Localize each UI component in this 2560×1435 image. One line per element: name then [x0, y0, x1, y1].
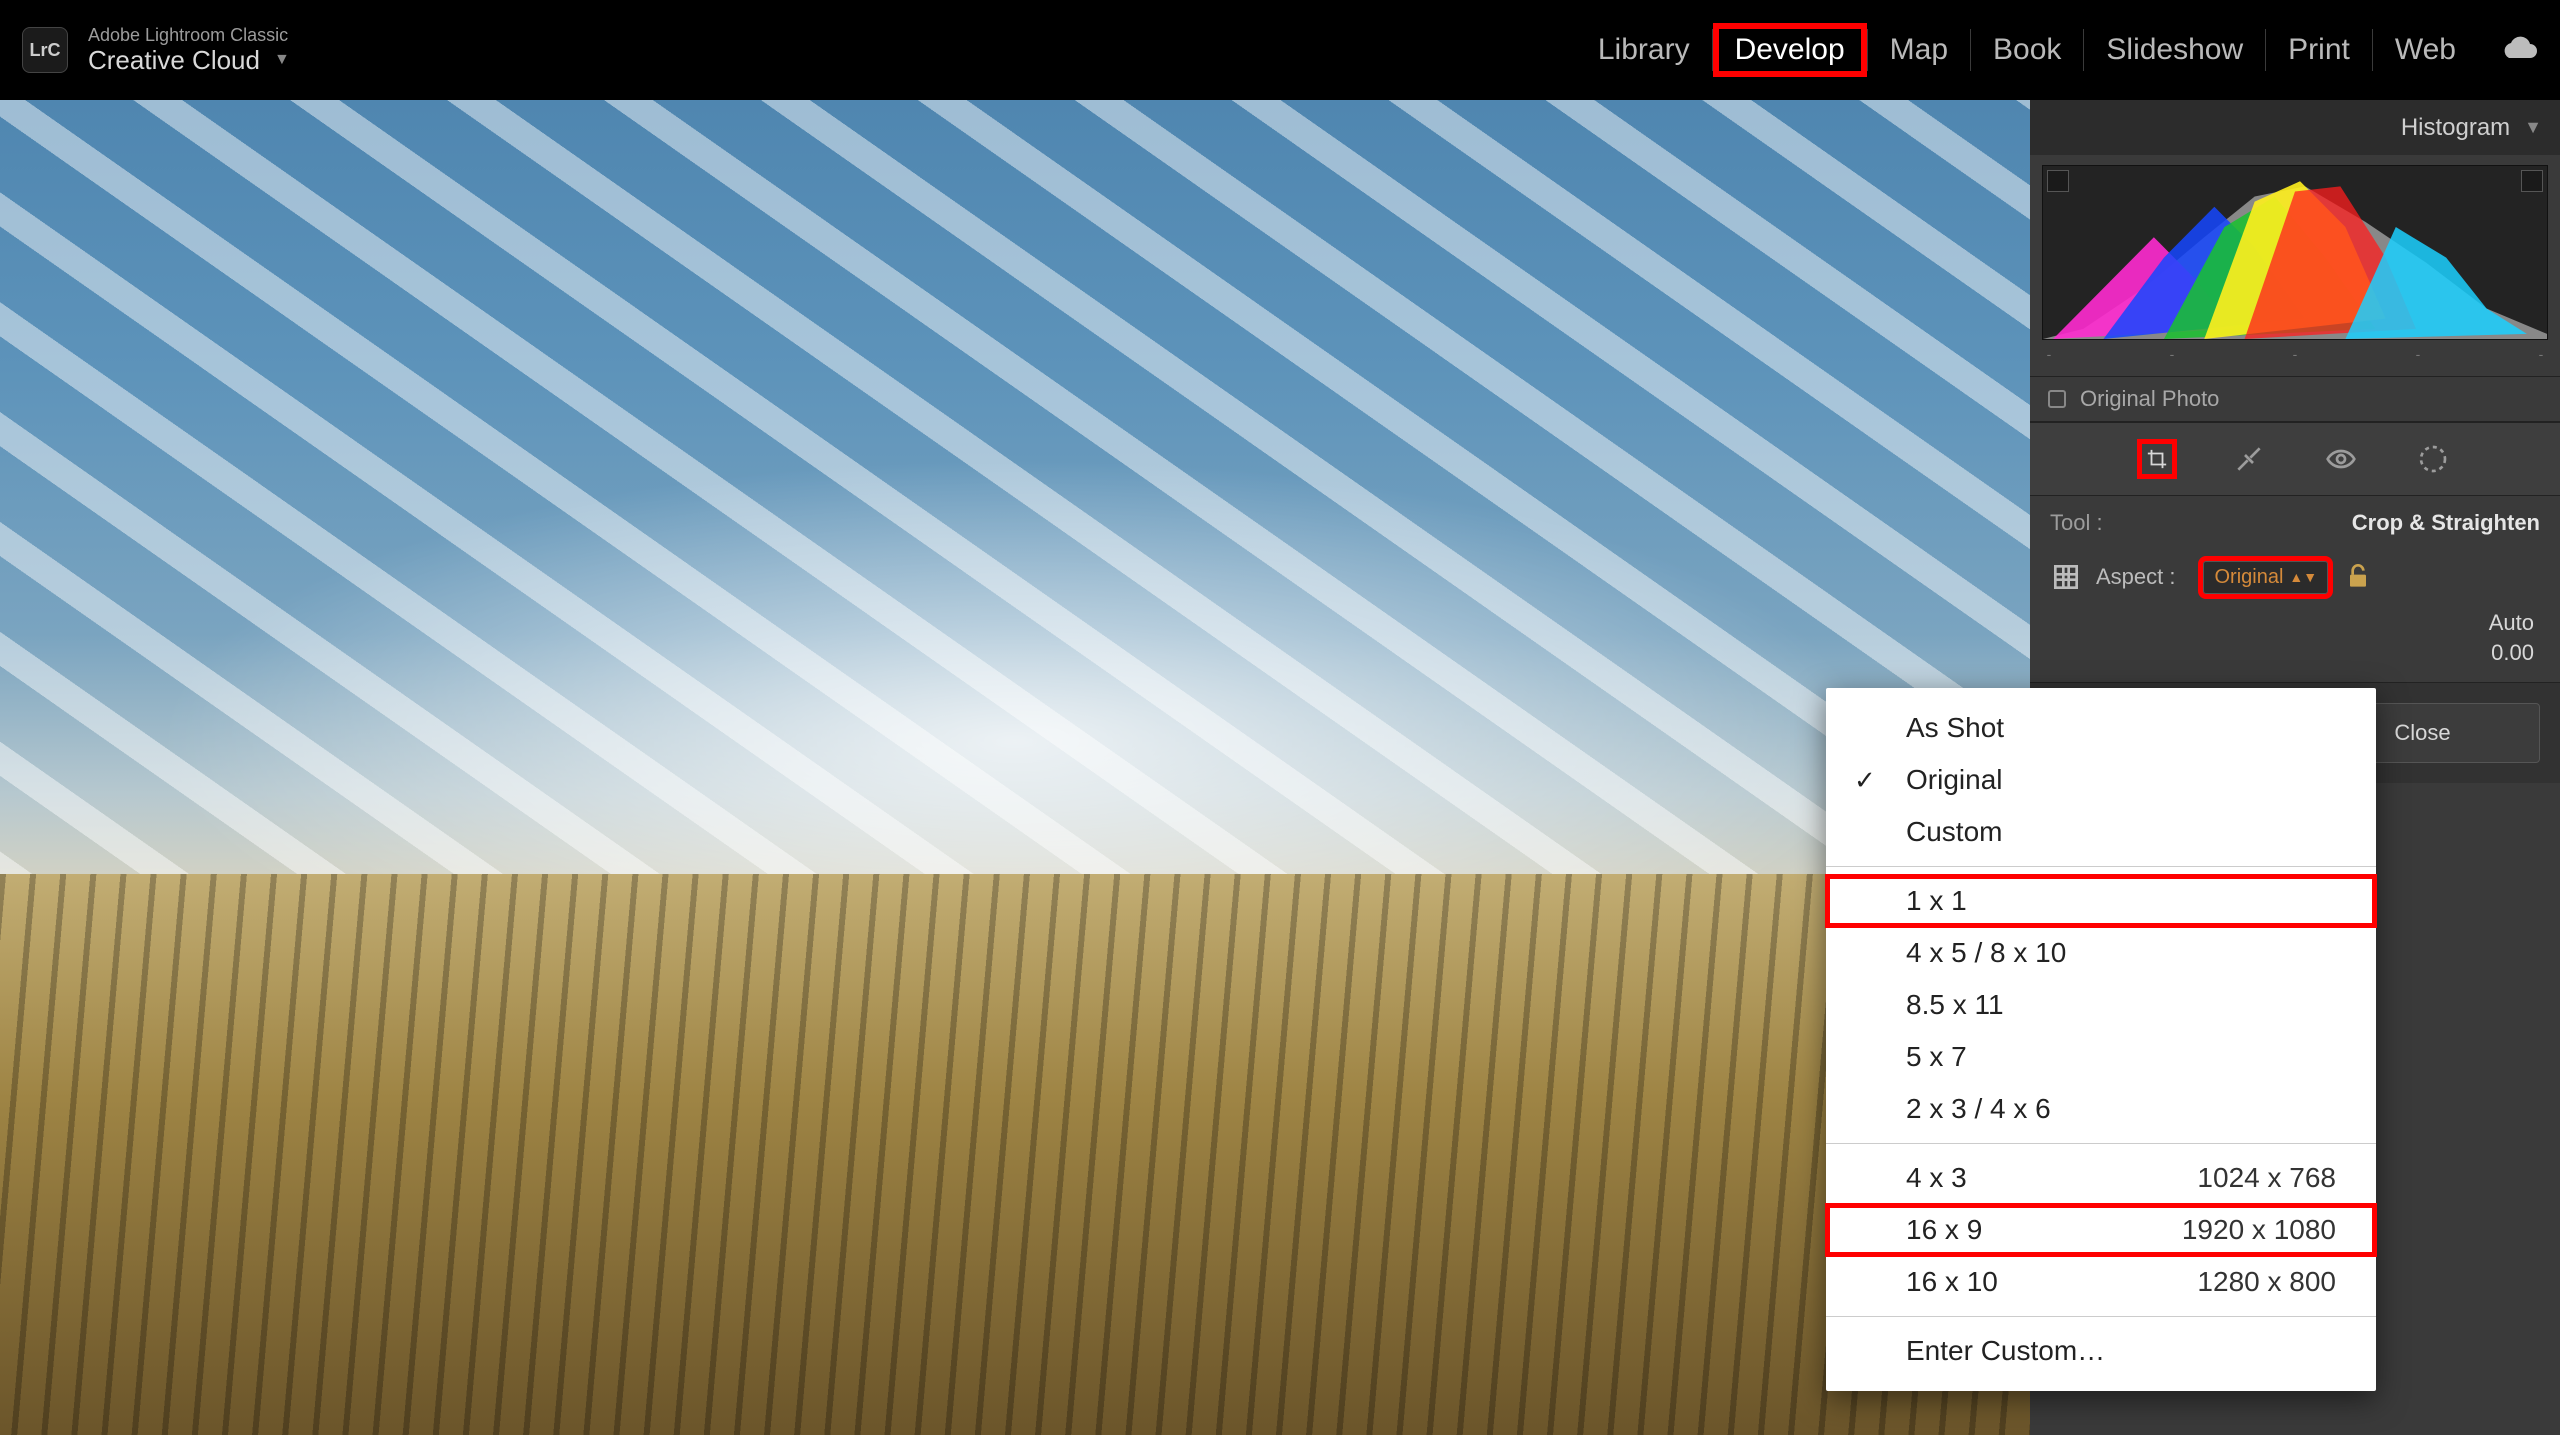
- chevron-down-icon: ▼: [2524, 117, 2542, 138]
- module-print[interactable]: Print: [2266, 23, 2372, 77]
- top-bar: LrC Adobe Lightroom Classic Creative Clo…: [0, 0, 2560, 100]
- chevron-updown-icon: ▲▼: [2289, 569, 2317, 585]
- photo-preview[interactable]: [0, 100, 2030, 1435]
- option-label: Original: [1906, 764, 2002, 796]
- module-map[interactable]: Map: [1868, 23, 1970, 77]
- lock-icon[interactable]: [2342, 560, 2374, 594]
- module-slideshow[interactable]: Slideshow: [2084, 23, 2265, 77]
- aspect-option-custom[interactable]: Custom: [1826, 806, 2376, 858]
- cloud-sync-icon[interactable]: [2500, 36, 2538, 64]
- tool-label: Tool :: [2050, 510, 2103, 536]
- aspect-option-original[interactable]: ✓ Original: [1826, 754, 2376, 806]
- auto-label: Auto: [2489, 610, 2534, 636]
- aspect-option-ratio[interactable]: 1 x 1: [1826, 875, 2376, 927]
- chevron-down-icon: ▼: [274, 51, 290, 69]
- tool-strip: [2030, 422, 2560, 496]
- histogram-label: Histogram: [2401, 114, 2510, 142]
- option-label: 4 x 5 / 8 x 10: [1906, 937, 2066, 969]
- healing-tool-icon[interactable]: [2229, 439, 2269, 479]
- histogram-header[interactable]: Histogram ▼: [2030, 100, 2560, 155]
- original-photo-label: Original Photo: [2080, 386, 2219, 412]
- option-label: 5 x 7: [1906, 1041, 1967, 1073]
- aspect-option-ratio[interactable]: 4 x 3 1024 x 768: [1826, 1152, 2376, 1204]
- brand-title-text: Creative Cloud: [88, 46, 260, 75]
- aspect-option-ratio[interactable]: 5 x 7: [1826, 1031, 2376, 1083]
- module-picker: LibraryDevelopMapBookSlideshowPrintWeb: [1576, 23, 2478, 77]
- option-label: 8.5 x 11: [1906, 989, 2004, 1021]
- option-resolution: 1920 x 1080: [2182, 1214, 2336, 1246]
- angle-value: 0.00: [2491, 640, 2534, 666]
- crop-tool-icon[interactable]: [2137, 439, 2177, 479]
- aspect-option-ratio[interactable]: 2 x 3 / 4 x 6: [1826, 1083, 2376, 1135]
- brand-title[interactable]: Creative Cloud ▼: [88, 46, 290, 75]
- checkbox-icon[interactable]: [2048, 390, 2066, 408]
- option-resolution: 1024 x 768: [2197, 1162, 2336, 1194]
- brand-block: Adobe Lightroom Classic Creative Cloud ▼: [88, 26, 290, 74]
- angle-value-row[interactable]: 0.00: [2030, 638, 2560, 682]
- tool-name: Crop & Straighten: [2352, 510, 2540, 536]
- option-label: As Shot: [1906, 712, 2004, 744]
- histogram-scale: -----: [2042, 340, 2548, 370]
- angle-auto-row[interactable]: Auto: [2030, 604, 2560, 638]
- option-resolution: 1280 x 800: [2197, 1266, 2336, 1298]
- brand-subtitle: Adobe Lightroom Classic: [88, 26, 290, 46]
- aspect-option-ratio[interactable]: 16 x 9 1920 x 1080: [1826, 1204, 2376, 1256]
- original-photo-row[interactable]: Original Photo: [2030, 376, 2560, 422]
- check-icon: ✓: [1854, 765, 1876, 796]
- aspect-label: Aspect :: [2096, 564, 2175, 590]
- aspect-option-enter-custom[interactable]: Enter Custom…: [1826, 1325, 2376, 1377]
- aspect-option-ratio[interactable]: 8.5 x 11: [1826, 979, 2376, 1031]
- aspect-option-ratio[interactable]: 4 x 5 / 8 x 10: [1826, 927, 2376, 979]
- aspect-option-ratio[interactable]: 16 x 10 1280 x 800: [1826, 1256, 2376, 1308]
- aspect-dropdown[interactable]: Original ▲▼: [2203, 561, 2328, 594]
- option-label: 16 x 10: [1906, 1266, 1998, 1298]
- app-logo: LrC: [22, 27, 68, 73]
- option-label: 16 x 9: [1906, 1214, 1982, 1246]
- option-label: Custom: [1906, 816, 2002, 848]
- option-label: 2 x 3 / 4 x 6: [1906, 1093, 2051, 1125]
- option-label: 1 x 1: [1906, 885, 1967, 917]
- module-develop[interactable]: Develop: [1713, 23, 1867, 77]
- module-library[interactable]: Library: [1576, 23, 1712, 77]
- module-book[interactable]: Book: [1971, 23, 2083, 77]
- aspect-dropdown-value: Original: [2214, 566, 2283, 589]
- module-web[interactable]: Web: [2373, 23, 2478, 77]
- redeye-tool-icon[interactable]: [2321, 439, 2361, 479]
- aspect-menu[interactable]: As Shot ✓ Original Custom 1 x 1 4 x 5 / 8 x 1…: [1826, 688, 2376, 1391]
- tool-name-row: Tool : Crop & Straighten: [2030, 496, 2560, 550]
- crop-overlay-icon[interactable]: [2050, 561, 2082, 593]
- option-label: 4 x 3: [1906, 1162, 1967, 1194]
- option-label: Enter Custom…: [1906, 1335, 2105, 1367]
- aspect-option-as-shot[interactable]: As Shot: [1826, 702, 2376, 754]
- histogram[interactable]: [2042, 165, 2548, 340]
- radial-filter-icon[interactable]: [2413, 439, 2453, 479]
- aspect-row: Aspect : Original ▲▼: [2030, 550, 2560, 604]
